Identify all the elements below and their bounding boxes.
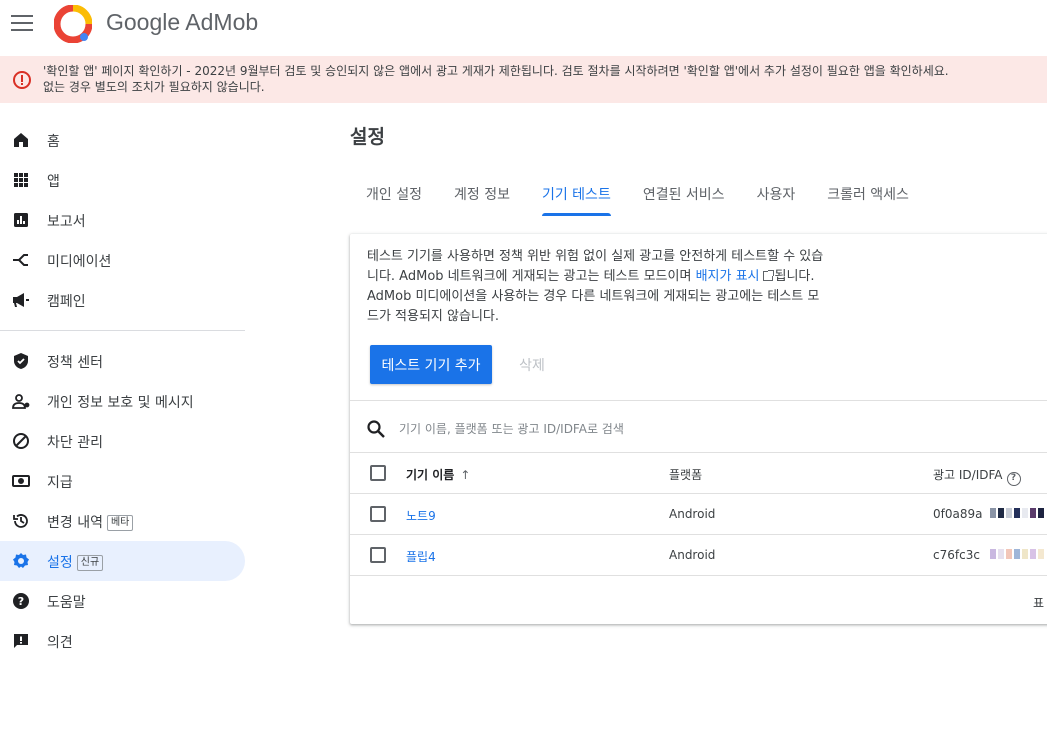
test-devices-description: 테스트 기기를 사용하면 정책 위반 위험 없이 실제 광고를 안전하게 테스트… — [367, 247, 829, 327]
tab-users[interactable]: 사용자 — [741, 172, 812, 216]
tab-crawler-access[interactable]: 크롤러 액세스 — [811, 172, 925, 216]
review-warning-banner: '확인할 앱' 페이지 확인하기 - 2022년 9월부터 검토 및 승인되지 … — [0, 56, 1047, 103]
sidebar-divider — [0, 330, 245, 331]
sidebar-item-label: 의견 — [47, 635, 73, 651]
sidebar-item-apps[interactable]: 앱 — [0, 160, 245, 200]
tab-personal-settings[interactable]: 개인 설정 — [350, 172, 438, 216]
hamburger-menu-icon[interactable] — [11, 14, 33, 32]
reports-icon — [11, 210, 31, 230]
table-row-divider — [350, 575, 1047, 576]
page-title: 설정 — [350, 126, 385, 148]
new-badge: 신규 — [76, 555, 104, 571]
brand-title: Google AdMob — [106, 9, 258, 36]
table-row-divider — [350, 534, 1047, 535]
device-search-input[interactable] — [399, 417, 999, 441]
apps-grid-icon — [11, 170, 31, 190]
top-app-bar: Google AdMob — [0, 0, 1047, 56]
privacy-person-icon — [11, 391, 31, 411]
sidebar-item-feedback[interactable]: 의견 — [0, 621, 245, 661]
delete-button: 삭제 — [510, 345, 554, 384]
sidebar-item-payments[interactable]: 지급 — [0, 461, 245, 501]
sidebar-item-policy-center[interactable]: 정책 센터 — [0, 341, 245, 381]
home-icon — [11, 130, 31, 150]
redacted-ad-id — [990, 549, 1044, 559]
banner-line-2: 없는 경우 별도의 조치가 필요하지 않습니다. — [43, 80, 265, 94]
admob-logo-icon[interactable] — [54, 5, 92, 43]
error-circle-icon — [13, 71, 31, 89]
device-name-link[interactable]: 플립4 — [406, 548, 436, 565]
card-divider — [350, 400, 1047, 401]
sidebar-item-change-history[interactable]: 변경 내역 베타 — [0, 501, 245, 541]
card-divider — [350, 452, 1047, 453]
sidebar-item-label: 홈 — [47, 134, 60, 150]
redacted-ad-id — [990, 508, 1044, 518]
payments-icon — [11, 471, 31, 491]
column-header-label: 광고 ID/IDFA — [933, 468, 1003, 482]
add-test-device-button[interactable]: 테스트 기기 추가 — [370, 345, 492, 384]
column-header-label: 기기 이름 — [406, 468, 455, 482]
policy-shield-icon — [11, 351, 31, 371]
help-circle-icon[interactable]: ? — [1006, 472, 1021, 486]
svg-text:?: ? — [18, 595, 24, 608]
device-ad-id: 0f0a89a — [933, 507, 983, 521]
device-platform: Android — [669, 507, 716, 521]
sidebar-item-label: 지급 — [47, 475, 73, 491]
search-icon — [367, 420, 385, 438]
settings-gear-icon — [11, 551, 31, 571]
sidebar-item-label: 설정 신규 — [47, 552, 104, 572]
column-header-platform[interactable]: 플랫폼 — [669, 466, 702, 483]
test-devices-card: 테스트 기기를 사용하면 정책 위반 위험 없이 실제 광고를 안전하게 테스트… — [350, 234, 1047, 624]
row-checkbox[interactable] — [370, 547, 386, 563]
sidebar-item-campaigns[interactable]: 캠페인 — [0, 280, 245, 320]
sidebar-item-help[interactable]: ? 도움말 — [0, 581, 245, 621]
select-all-checkbox[interactable] — [370, 465, 386, 481]
sidebar-item-label: 도움말 — [47, 595, 86, 611]
column-header-device-name[interactable]: 기기 이름 ↑ — [406, 466, 470, 483]
sidebar-item-label-text: 변경 내역 — [47, 515, 103, 531]
sidebar-item-label: 개인 정보 보호 및 메시지 — [47, 395, 194, 411]
sidebar-item-mediation[interactable]: 미디에이션 — [0, 240, 245, 280]
device-ad-id: c76fc3c — [933, 548, 980, 562]
sidebar-item-label: 앱 — [47, 174, 60, 190]
open-in-new-icon — [762, 270, 774, 281]
history-icon — [11, 511, 31, 531]
sidebar-item-blocking[interactable]: 차단 관리 — [0, 421, 245, 461]
table-footer-text: 표 — [1033, 596, 1045, 610]
brand-prefix: Google — [106, 9, 181, 35]
feedback-icon — [11, 631, 31, 651]
sidebar-item-label: 보고서 — [47, 214, 86, 230]
campaign-megaphone-icon — [11, 290, 31, 310]
sidebar-item-label: 캠페인 — [47, 294, 86, 310]
tab-linked-services[interactable]: 연결된 서비스 — [627, 172, 741, 216]
column-header-ad-id[interactable]: 광고 ID/IDFA? — [933, 466, 1021, 486]
sidebar-item-home[interactable]: 홈 — [0, 120, 245, 160]
tab-device-test[interactable]: 기기 테스트 — [526, 172, 627, 216]
settings-tabs: 개인 설정 계정 정보 기기 테스트 연결된 서비스 사용자 크롤러 액세스 — [350, 172, 925, 216]
row-checkbox[interactable] — [370, 506, 386, 522]
tab-account-info[interactable]: 계정 정보 — [438, 172, 526, 216]
device-name-link[interactable]: 노트9 — [406, 507, 436, 524]
device-platform: Android — [669, 548, 716, 562]
sort-ascending-icon[interactable]: ↑ — [460, 468, 470, 482]
sidebar-item-reports[interactable]: 보고서 — [0, 200, 245, 240]
sidebar-nav: 홈 앱 보고서 미디에이션 캠페인 정책 센터 개인 정보 보호 및 메시지 차… — [0, 120, 245, 661]
sidebar-item-privacy[interactable]: 개인 정보 보호 및 메시지 — [0, 381, 245, 421]
block-icon — [11, 431, 31, 451]
sidebar-item-label: 변경 내역 베타 — [47, 512, 134, 532]
help-icon: ? — [11, 591, 31, 611]
sidebar-item-settings[interactable]: 설정 신규 — [0, 541, 245, 581]
banner-message: '확인할 앱' 페이지 확인하기 - 2022년 9월부터 검토 및 승인되지 … — [43, 63, 1047, 95]
beta-badge: 베타 — [106, 515, 134, 531]
badge-link[interactable]: 배지가 표시 — [696, 269, 775, 284]
sidebar-item-label: 차단 관리 — [47, 435, 103, 451]
sidebar-item-label: 정책 센터 — [47, 355, 103, 371]
badge-link-label: 배지가 표시 — [695, 269, 760, 284]
brand-name: AdMob — [185, 9, 259, 35]
sidebar-item-label: 미디에이션 — [47, 254, 112, 270]
mediation-icon — [11, 250, 31, 270]
table-header-divider — [350, 493, 1047, 494]
banner-line-1: '확인할 앱' 페이지 확인하기 - 2022년 9월부터 검토 및 승인되지 … — [43, 64, 949, 78]
sidebar-item-label-text: 설정 — [47, 555, 73, 571]
